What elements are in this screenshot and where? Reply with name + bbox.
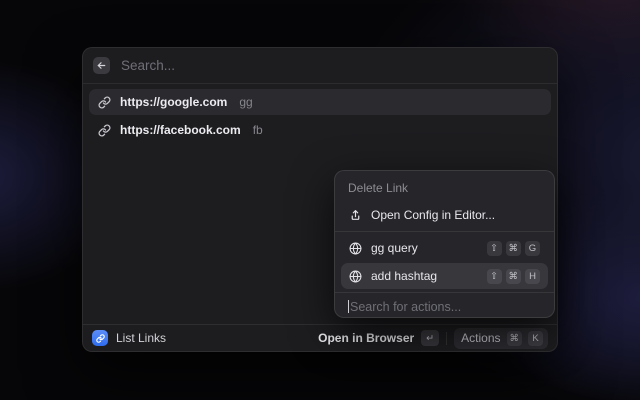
link-icon	[98, 124, 111, 137]
command-key-icon: ⌘	[506, 269, 522, 284]
action-item-label: gg query	[371, 241, 418, 255]
panel-divider	[335, 231, 554, 232]
command-app-icon	[92, 330, 108, 346]
g-key-icon: G	[525, 241, 540, 256]
h-key-icon: H	[525, 269, 540, 284]
actions-search-input[interactable]	[350, 300, 541, 314]
link-subtitle: fb	[253, 123, 263, 137]
link-title: https://google.com	[120, 95, 227, 109]
action-item-add-hashtag[interactable]: add hashtag ⇧ ⌘ H	[341, 263, 548, 289]
footer-actions: Open in Browser ↵ Actions ⌘ K	[318, 328, 548, 349]
action-item-gg-query[interactable]: gg query ⇧ ⌘ G	[341, 235, 548, 261]
globe-icon	[349, 270, 362, 283]
actions-panel: Delete Link Open Config in Editor... gg …	[334, 170, 555, 318]
text-cursor	[348, 300, 349, 313]
link-icon	[98, 96, 111, 109]
command-key-icon: ⌘	[506, 241, 522, 256]
search-header	[83, 48, 557, 84]
back-button[interactable]	[93, 57, 110, 74]
footer-divider	[446, 332, 447, 345]
shift-key-icon: ⇧	[487, 241, 502, 256]
actions-search-row	[335, 296, 554, 317]
actions-button-label: Actions	[461, 331, 500, 345]
list-item[interactable]: https://facebook.com fb	[89, 117, 551, 143]
footer-bar: List Links Open in Browser ↵ Actions ⌘ K	[83, 324, 557, 351]
link-title: https://facebook.com	[120, 123, 241, 137]
action-item-open-config[interactable]: Open Config in Editor...	[341, 202, 548, 228]
actions-section-title: Delete Link	[335, 178, 554, 202]
list-item[interactable]: https://google.com gg	[89, 89, 551, 115]
command-name: List Links	[116, 331, 166, 345]
k-key-icon: K	[528, 331, 543, 346]
action-item-label: Open Config in Editor...	[371, 208, 495, 222]
actions-menu-button[interactable]: Actions ⌘ K	[454, 328, 548, 349]
panel-divider	[335, 292, 554, 293]
globe-icon	[349, 242, 362, 255]
upload-icon	[349, 209, 362, 222]
return-key-icon: ↵	[421, 330, 439, 346]
primary-action-button[interactable]: Open in Browser	[318, 331, 414, 345]
arrow-left-icon	[96, 60, 107, 71]
action-item-label: add hashtag	[371, 269, 437, 283]
shift-key-icon: ⇧	[487, 269, 502, 284]
shortcut-keys: ⇧ ⌘ G	[487, 241, 541, 256]
link-subtitle: gg	[239, 95, 252, 109]
shortcut-keys: ⇧ ⌘ H	[487, 269, 541, 284]
search-input[interactable]	[121, 58, 547, 73]
command-key-icon: ⌘	[507, 331, 523, 346]
